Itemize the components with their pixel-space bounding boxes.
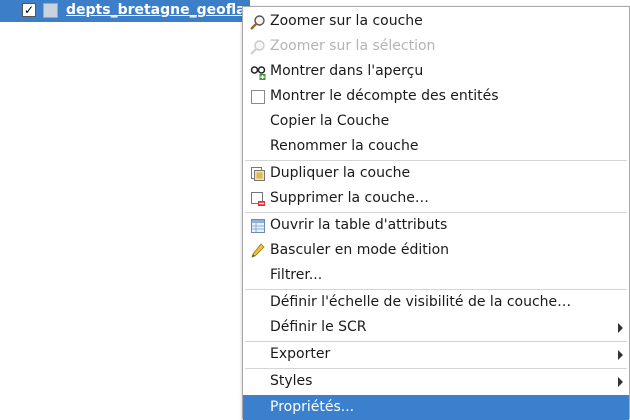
menu-item-show-in-overview[interactable]: Montrer dans l'aperçu [243,59,629,84]
menu-item-label: Filtrer... [270,267,323,283]
menu-item-label: Basculer en mode édition [270,242,450,258]
pencil-icon [251,243,265,258]
menu-item-label: Définir le SCR [270,319,367,335]
layer-context-menu: Zoomer sur la couche Zoomer sur la sélec… [242,6,630,420]
menu-item-label: Zoomer sur la couche [270,13,423,29]
menu-item-label: Montrer dans l'aperçu [270,63,424,79]
zoom-selection-icon [250,40,265,55]
checkbox-icon[interactable] [250,89,266,105]
menu-item-duplicate-layer[interactable]: Dupliquer la couche [243,161,629,186]
menu-item-set-visibility-scale[interactable]: Définir l'échelle de visibilité de la co… [243,290,629,315]
menu-item-properties[interactable]: Propriétés... [243,395,629,420]
menu-item-label: Renommer la couche [270,138,419,154]
menu-item-remove-layer[interactable]: Supprimer la couche… [243,186,629,211]
remove-layer-icon [251,192,265,206]
menu-item-filter[interactable]: Filtrer... [243,263,629,288]
menu-item-label: Ouvrir la table d'attributs [270,217,448,233]
menu-item-set-crs[interactable]: Définir le SCR [243,315,629,340]
menu-item-label: Zoomer sur la sélection [270,38,436,54]
menu-item-label: Supprimer la couche… [270,190,429,206]
layer-name[interactable]: depts_bretagne_geofla [66,2,246,18]
submenu-arrow-icon [618,350,623,360]
layer-visibility-checkbox[interactable]: ✓ [22,3,36,17]
menu-item-label: Exporter [270,346,331,362]
menu-item-styles[interactable]: Styles [243,369,629,394]
submenu-arrow-icon [618,323,623,333]
menu-item-toggle-editing[interactable]: Basculer en mode édition [243,238,629,263]
menu-item-export[interactable]: Exporter [243,342,629,367]
menu-item-rename-layer[interactable]: Renommer la couche [243,134,629,159]
duplicate-layer-icon [251,167,265,181]
menu-item-copy-layer[interactable]: Copier la Couche [243,109,629,134]
polygon-layer-icon [43,3,58,18]
menu-item-label: Copier la Couche [270,113,390,129]
menu-item-label: Montrer le décompte des entités [270,88,499,104]
menu-item-zoom-to-selection[interactable]: Zoomer sur la sélection [243,34,629,59]
layer-tree-row[interactable]: ✓ depts_bretagne_geofla [0,0,250,22]
check-mark-icon: ✓ [23,3,35,17]
attribute-table-icon [251,219,265,233]
menu-item-label: Styles [270,373,313,389]
overview-icon [250,66,266,80]
menu-item-label: Définir l'échelle de visibilité de la co… [270,294,572,310]
menu-item-label: Propriétés... [270,399,355,415]
menu-item-open-attribute-table[interactable]: Ouvrir la table d'attributs [243,213,629,238]
menu-item-show-feature-count[interactable]: Montrer le décompte des entités [243,84,629,109]
menu-item-zoom-to-layer[interactable]: Zoomer sur la couche [243,9,629,34]
zoom-layer-icon [250,15,265,30]
submenu-arrow-icon [618,377,623,387]
menu-item-label: Dupliquer la couche [270,165,411,181]
